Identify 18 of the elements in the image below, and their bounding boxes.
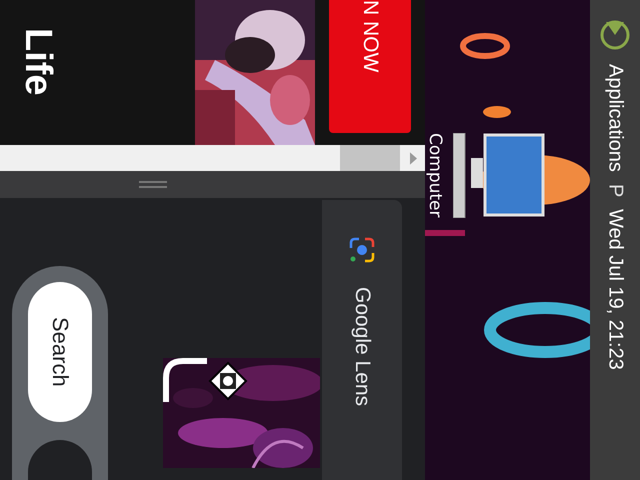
move-handle-icon[interactable] <box>208 361 248 401</box>
lens-label: Google Lens <box>350 287 374 406</box>
panel-indicator[interactable]: P <box>604 184 626 198</box>
clock[interactable]: Wed Jul 19, 21:23 <box>604 209 626 370</box>
app-menu-icon[interactable] <box>598 18 632 52</box>
search-button[interactable]: Search <box>28 282 92 422</box>
selection-corner-icon[interactable] <box>163 358 207 402</box>
icon-label[interactable]: Computer <box>425 133 445 218</box>
scroll-right-icon[interactable] <box>410 152 417 164</box>
ad-button[interactable]: N NOW <box>329 0 411 133</box>
drag-handle-icon[interactable] <box>138 180 166 188</box>
ad-headline: Life <box>16 28 59 96</box>
applications-menu[interactable]: Applications <box>604 64 626 172</box>
horizontal-scrollbar[interactable] <box>0 145 425 171</box>
scrollbar-thumb[interactable] <box>340 145 400 171</box>
computer-icon[interactable] <box>453 133 545 218</box>
lens-icon[interactable] <box>347 235 377 265</box>
round-button[interactable] <box>28 440 92 480</box>
